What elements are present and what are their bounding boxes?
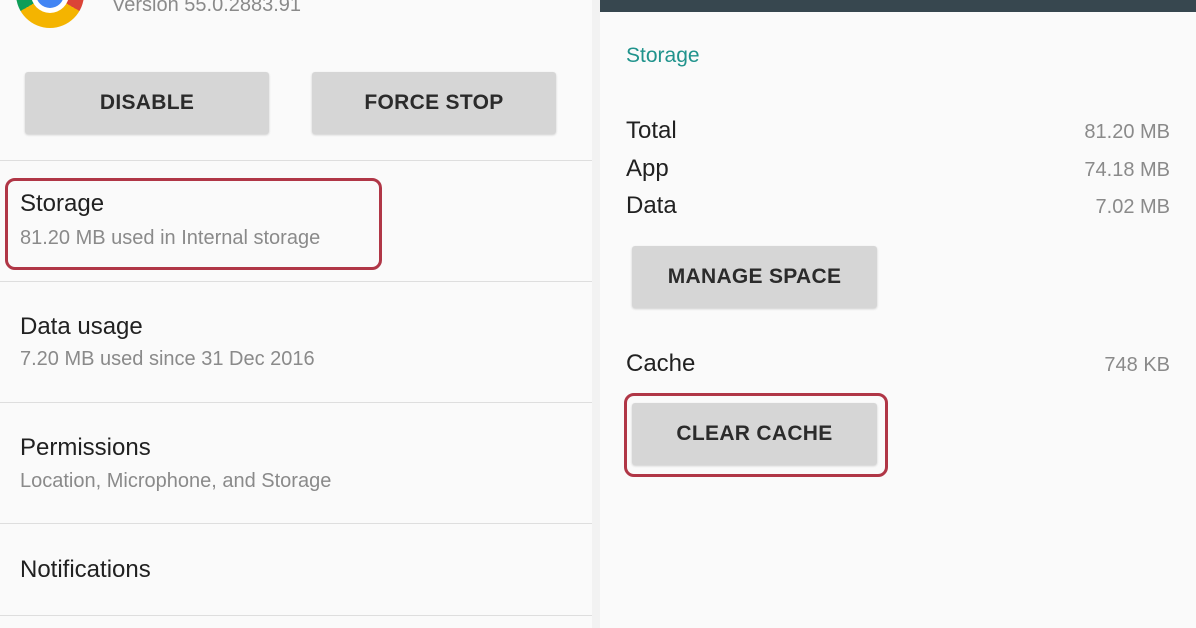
settings-item-permissions[interactable]: Permissions Location, Microphone, and St…	[0, 402, 592, 523]
app-size-label: App	[626, 155, 669, 182]
app-version: Version 55.0.2883.91	[112, 0, 302, 16]
disable-button[interactable]: DISABLE	[25, 72, 269, 134]
cache-label: Cache	[626, 350, 696, 377]
data-size-value: 7.02 MB	[1095, 196, 1170, 218]
clear-cache-highlight-box	[624, 393, 888, 477]
manage-space-button[interactable]: MANAGE SPACE	[632, 246, 877, 308]
settings-item-title: Permissions	[20, 434, 151, 461]
cache-value: 748 KB	[1104, 354, 1170, 376]
divider	[0, 615, 592, 616]
settings-item-title: Data usage	[20, 313, 143, 340]
total-label: Total	[626, 117, 677, 144]
storage-section-title: Storage	[626, 44, 700, 67]
storage-highlight-box	[5, 178, 382, 270]
storage-detail-panel: Storage Total 81.20 MB App 74.18 MB Data…	[600, 0, 1196, 628]
settings-item-notifications[interactable]: Notifications	[0, 523, 592, 615]
chrome-icon	[16, 0, 84, 28]
settings-item-subtitle: 7.20 MB used since 31 Dec 2016	[20, 348, 315, 370]
app-bar	[600, 0, 1196, 12]
settings-item-subtitle: Location, Microphone, and Storage	[20, 470, 332, 492]
data-size-label: Data	[626, 192, 677, 219]
panel-separator	[592, 0, 600, 628]
settings-item-title: Notifications	[20, 556, 151, 583]
app-info-panel: Version 55.0.2883.91 DISABLE FORCE STOP …	[0, 0, 592, 628]
total-value: 81.20 MB	[1084, 121, 1170, 143]
app-size-value: 74.18 MB	[1084, 159, 1170, 181]
settings-item-data-usage[interactable]: Data usage 7.20 MB used since 31 Dec 201…	[0, 281, 592, 402]
force-stop-button[interactable]: FORCE STOP	[312, 72, 556, 134]
